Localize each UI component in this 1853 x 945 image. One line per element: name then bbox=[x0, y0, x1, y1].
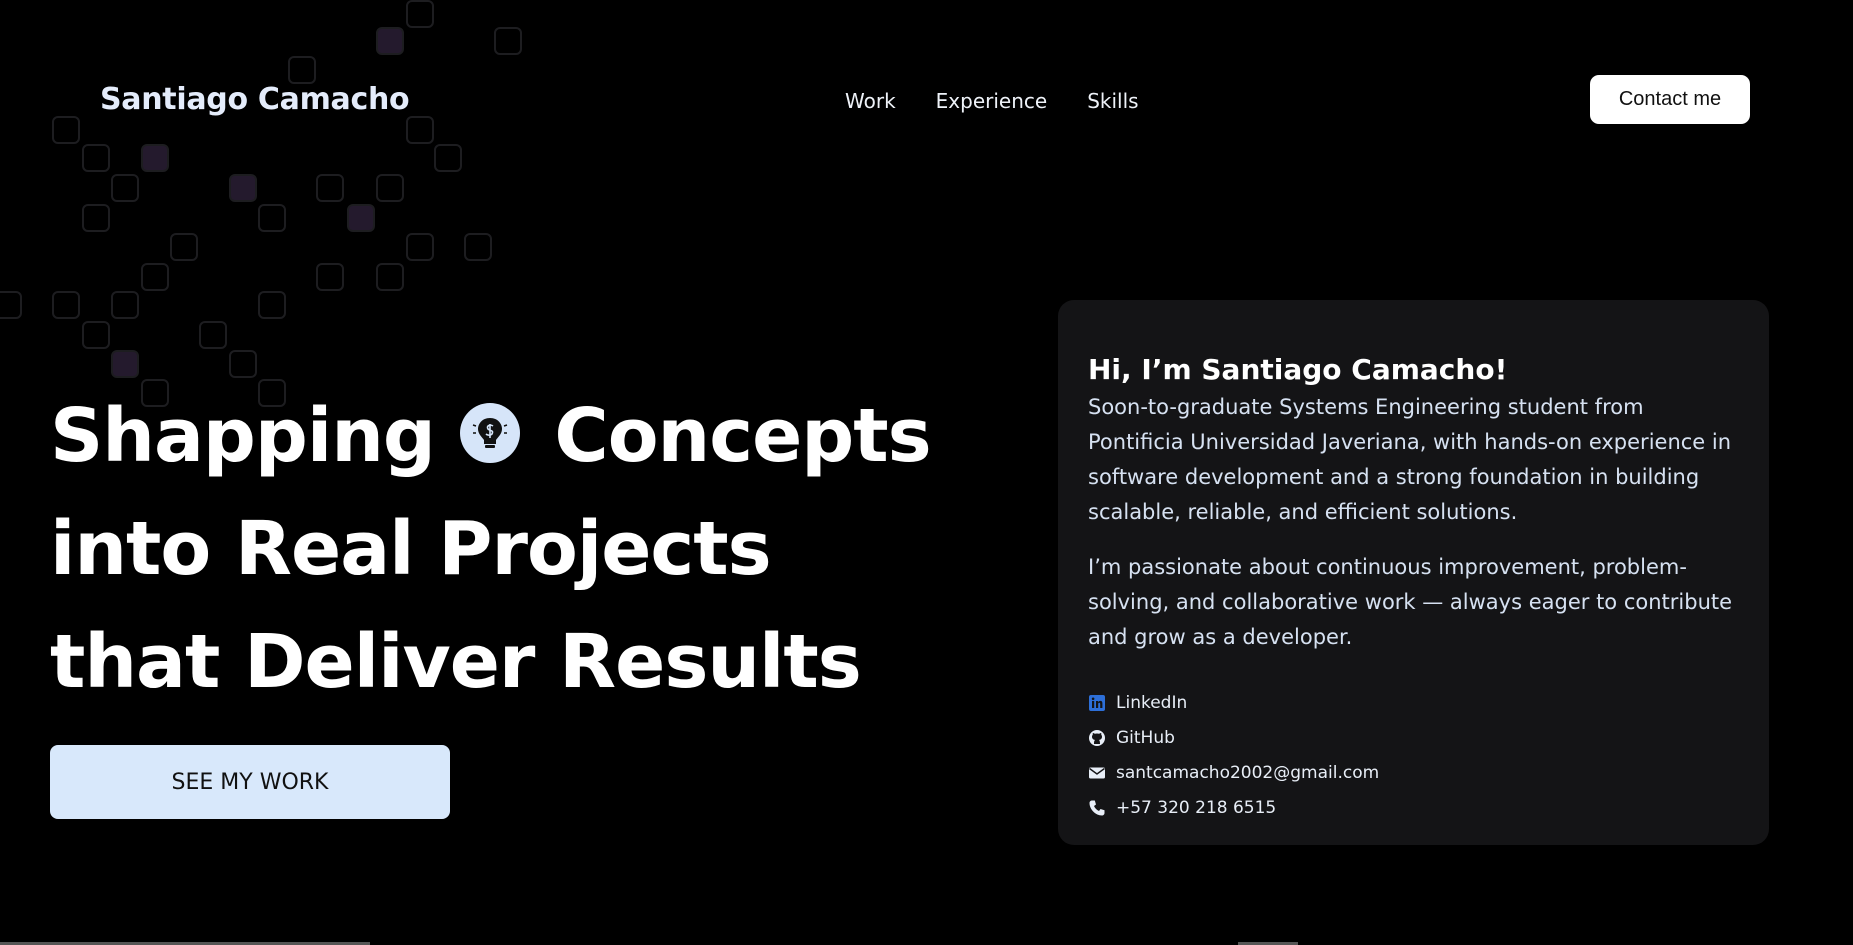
envelope-icon bbox=[1089, 767, 1105, 778]
grid-square bbox=[316, 263, 344, 291]
github-link[interactable]: GitHub bbox=[1088, 720, 1739, 755]
grid-square bbox=[82, 321, 110, 349]
hero-word-shapping: Shapping bbox=[50, 393, 436, 479]
main-nav: Work Experience Skills bbox=[845, 89, 1139, 113]
lightbulb-icon bbox=[459, 403, 520, 464]
linkedin-icon bbox=[1089, 694, 1105, 711]
hero-headline: Shapping Concepts into Real Projects tha… bbox=[50, 380, 932, 719]
about-paragraph-2: I’m passionate about continuous improvem… bbox=[1088, 555, 1733, 649]
grid-square bbox=[199, 321, 227, 349]
about-paragraph-1: Soon-to-graduate Systems Engineering stu… bbox=[1088, 395, 1732, 524]
grid-square bbox=[464, 233, 492, 261]
phone-label: +57 320 218 6515 bbox=[1116, 797, 1277, 818]
phone-link[interactable]: +57 320 218 6515 bbox=[1088, 790, 1739, 825]
grid-square bbox=[170, 233, 198, 261]
grid-square bbox=[258, 291, 286, 319]
github-label: GitHub bbox=[1116, 727, 1175, 748]
email-link[interactable]: santcamacho2002@gmail.com bbox=[1088, 755, 1739, 790]
grid-square bbox=[258, 204, 286, 232]
grid-square bbox=[229, 350, 257, 378]
grid-square bbox=[0, 291, 22, 319]
hero-line-2: into Real Projects bbox=[50, 506, 772, 592]
grid-square bbox=[376, 263, 404, 291]
phone-icon bbox=[1089, 800, 1105, 815]
github-icon bbox=[1089, 729, 1105, 746]
grid-square bbox=[82, 204, 110, 232]
grid-square bbox=[347, 204, 375, 232]
hero-line-1: Shapping Concepts bbox=[50, 393, 932, 479]
hero-word-concepts: Concepts bbox=[554, 393, 931, 479]
grid-square bbox=[52, 291, 80, 319]
email-label: santcamacho2002@gmail.com bbox=[1116, 762, 1380, 783]
grid-square bbox=[111, 291, 139, 319]
contact-links: LinkedIn GitHub santcamacho2002@gmail.co… bbox=[1088, 685, 1739, 825]
grid-square bbox=[111, 350, 139, 378]
linkedin-label: LinkedIn bbox=[1116, 692, 1188, 713]
nav-link-experience[interactable]: Experience bbox=[936, 89, 1048, 113]
about-title: Hi, I’m Santiago Camacho! bbox=[1088, 353, 1508, 386]
site-header: Santiago Camacho Work Experience Skills … bbox=[0, 0, 1853, 200]
grid-square bbox=[406, 233, 434, 261]
brand-name[interactable]: Santiago Camacho bbox=[100, 82, 410, 117]
contact-me-button[interactable]: Contact me bbox=[1590, 75, 1750, 124]
nav-link-work[interactable]: Work bbox=[845, 89, 896, 113]
hero-line-3: that Deliver Results bbox=[50, 619, 862, 705]
grid-square bbox=[141, 263, 169, 291]
about-card: Hi, I’m Santiago Camacho! Soon-to-gradua… bbox=[1058, 300, 1769, 845]
nav-link-skills[interactable]: Skills bbox=[1087, 89, 1138, 113]
see-my-work-button[interactable]: SEE MY WORK bbox=[50, 745, 450, 819]
linkedin-link[interactable]: LinkedIn bbox=[1088, 685, 1739, 720]
